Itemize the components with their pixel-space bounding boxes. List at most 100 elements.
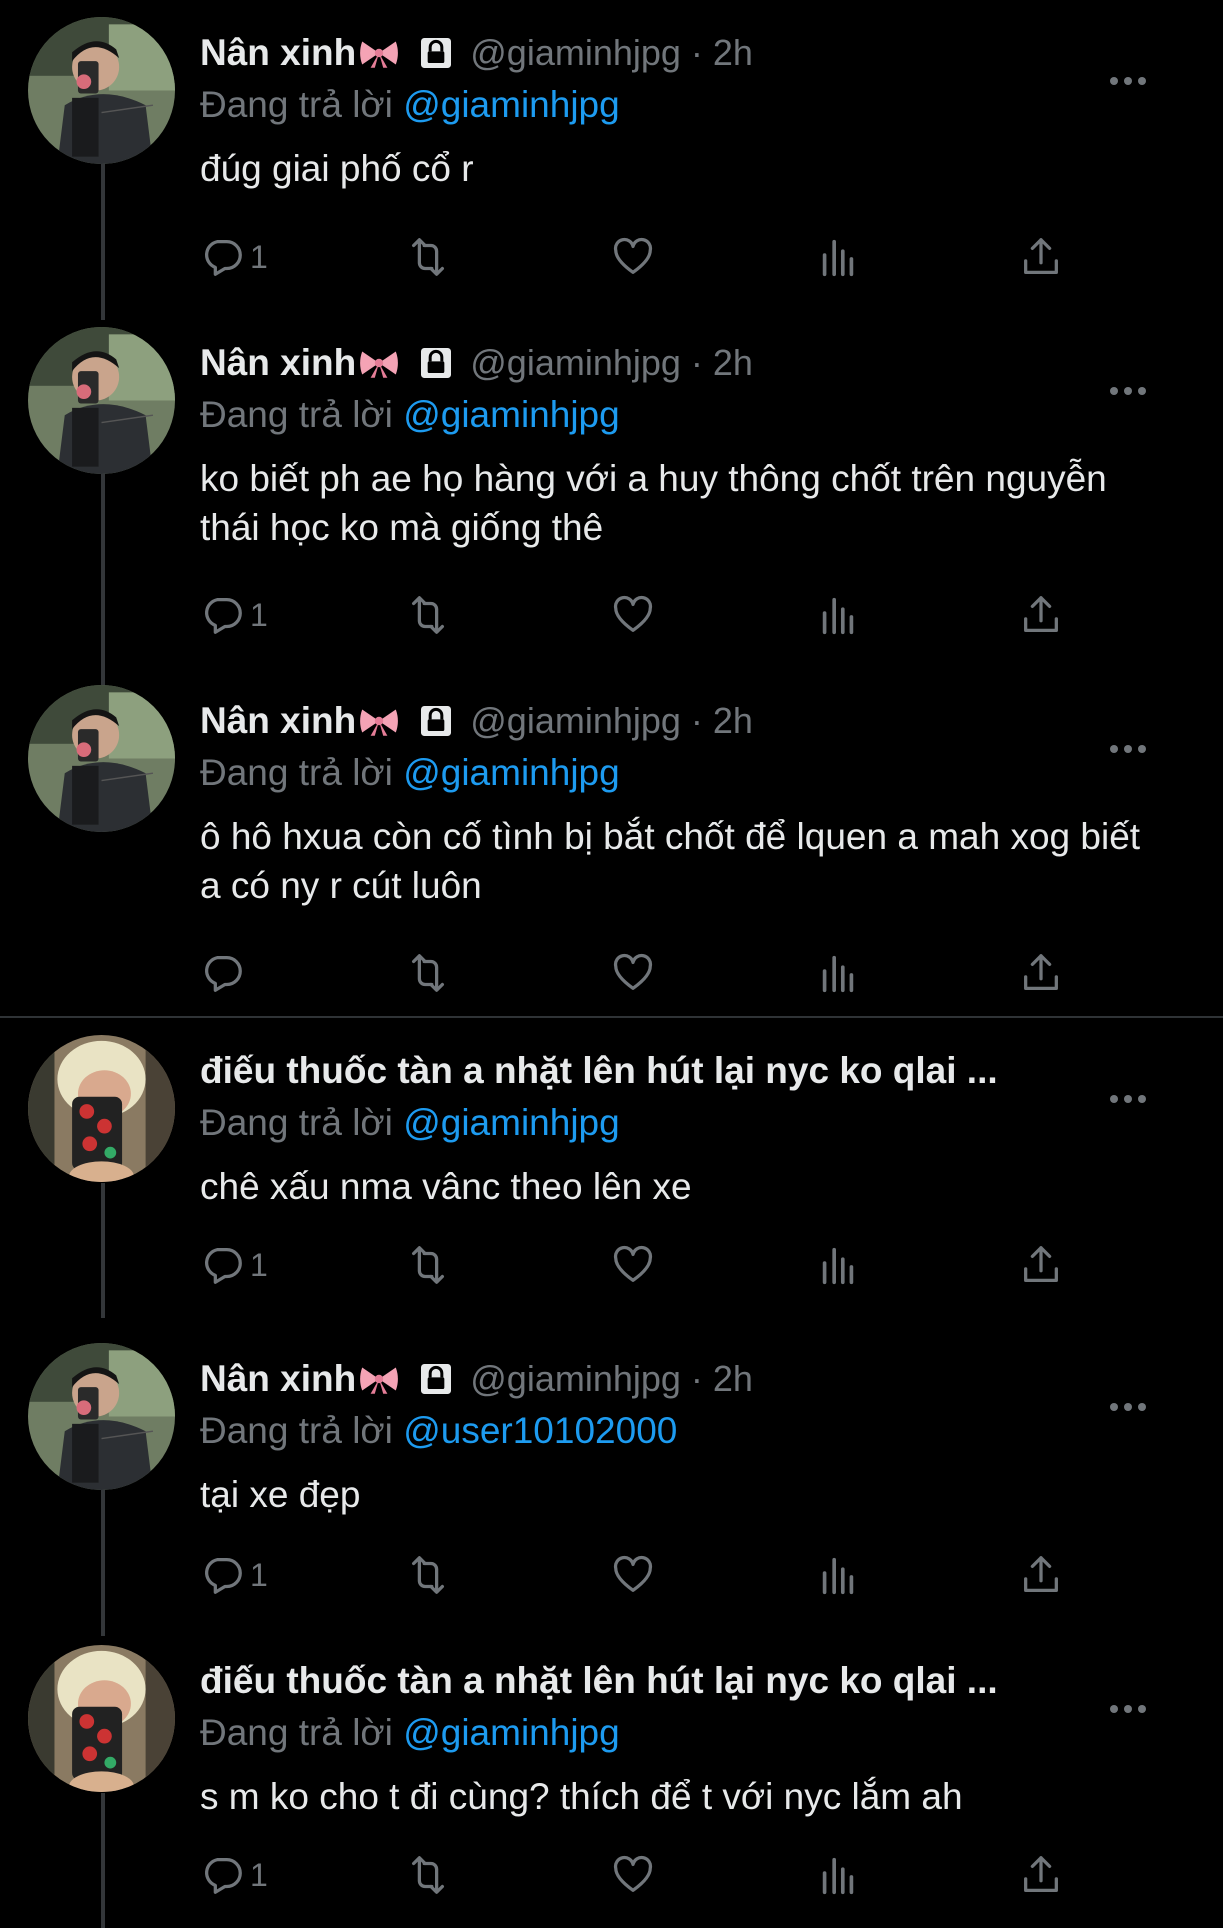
share-icon xyxy=(1018,1552,1064,1598)
retweet-button[interactable] xyxy=(405,1550,451,1600)
views-button[interactable] xyxy=(815,232,861,282)
views-button[interactable] xyxy=(815,590,861,640)
heart-icon xyxy=(610,950,656,996)
mention-link[interactable]: @giaminhjpg xyxy=(403,1712,620,1753)
bar-chart-icon xyxy=(815,950,861,996)
like-button[interactable] xyxy=(610,1240,656,1290)
share-button[interactable] xyxy=(1018,1550,1064,1600)
tweet-text: chê xấu nma vânc theo lên xe xyxy=(200,1166,692,1207)
share-button[interactable] xyxy=(1018,590,1064,640)
reply-count: 1 xyxy=(250,1856,268,1893)
avatar[interactable] xyxy=(28,685,175,832)
lock-icon xyxy=(400,701,456,741)
mention-link[interactable]: @giaminhjpg xyxy=(403,84,620,125)
tweet-text: ko biết ph ae họ hàng với a huy thông ch… xyxy=(200,458,1107,548)
avatar[interactable] xyxy=(28,17,175,164)
display-name[interactable]: Nân xinh xyxy=(200,1358,356,1400)
avatar[interactable] xyxy=(28,1343,175,1490)
avatar[interactable] xyxy=(28,1645,175,1792)
replying-to-label: Đang trả lời xyxy=(200,394,393,435)
tweet-header: điếu thuốc tàn a nhặt lên hút lại nyc ko… xyxy=(200,1046,1203,1096)
tweet-actions: 1 xyxy=(200,1240,1080,1290)
bow-emoji-icon xyxy=(356,1362,400,1396)
retweet-icon xyxy=(405,1242,451,1288)
display-name[interactable]: Nân xinh xyxy=(200,700,356,742)
share-button[interactable] xyxy=(1018,232,1064,282)
reply-button[interactable] xyxy=(200,948,250,998)
like-button[interactable] xyxy=(610,1850,656,1900)
retweet-button[interactable] xyxy=(405,1240,451,1290)
lock-icon xyxy=(400,343,456,383)
handle-and-time[interactable]: @giaminhjpg · 2h xyxy=(470,1358,753,1400)
reply-count: 1 xyxy=(250,1556,268,1593)
tweet-text: đúg giai phố cổ r xyxy=(200,148,474,189)
thread-line xyxy=(101,1793,105,1928)
share-button[interactable] xyxy=(1018,948,1064,998)
avatar[interactable] xyxy=(28,327,175,474)
reply-button[interactable]: 1 xyxy=(200,1240,268,1290)
reply-button[interactable]: 1 xyxy=(200,232,268,282)
replying-to-label: Đang trả lời xyxy=(200,84,393,125)
share-icon xyxy=(1018,592,1064,638)
tweet[interactable]: Nân xinh @giaminhjpg · 2h Đang trả lời @us… xyxy=(0,1326,1223,1636)
reply-button[interactable]: 1 xyxy=(200,1550,268,1600)
reply-count: 1 xyxy=(250,238,268,275)
thread-line xyxy=(101,1183,105,1318)
conversation-divider xyxy=(0,1016,1223,1018)
mention-link[interactable]: @user10102000 xyxy=(403,1410,677,1451)
views-button[interactable] xyxy=(815,1850,861,1900)
like-button[interactable] xyxy=(610,232,656,282)
mention-link[interactable]: @giaminhjpg xyxy=(403,1102,620,1143)
tweet[interactable]: Nân xinh @giaminhjpg · 2h Đang trả lời @gi… xyxy=(0,0,1223,320)
like-button[interactable] xyxy=(610,1550,656,1600)
display-name[interactable]: điếu thuốc tàn a nhặt lên hút lại nyc ko… xyxy=(200,1050,998,1092)
retweet-button[interactable] xyxy=(405,232,451,282)
views-button[interactable] xyxy=(815,1240,861,1290)
handle-and-time[interactable]: @giaminhjpg · 2h xyxy=(470,700,753,742)
display-name[interactable]: Nân xinh xyxy=(200,32,356,74)
share-button[interactable] xyxy=(1018,1850,1064,1900)
bar-chart-icon xyxy=(815,1852,861,1898)
reply-count: 1 xyxy=(250,1246,268,1283)
tweet[interactable]: điếu thuốc tàn a nhặt lên hút lại nyc ko… xyxy=(0,1628,1223,1928)
bar-chart-icon xyxy=(815,592,861,638)
display-name[interactable]: Nân xinh xyxy=(200,342,356,384)
tweet-header: Nân xinh @giaminhjpg · 2h xyxy=(200,338,1203,388)
retweet-button[interactable] xyxy=(405,1850,451,1900)
handle-and-time[interactable]: @giaminhjpg · 2h xyxy=(470,32,753,74)
like-button[interactable] xyxy=(610,948,656,998)
retweet-icon xyxy=(405,1552,451,1598)
retweet-button[interactable] xyxy=(405,590,451,640)
tweet-actions: 1 xyxy=(200,1550,1080,1600)
heart-icon xyxy=(610,1242,656,1288)
retweet-icon xyxy=(405,234,451,280)
views-button[interactable] xyxy=(815,948,861,998)
tweet-header: điếu thuốc tàn a nhặt lên hút lại nyc ko… xyxy=(200,1656,1203,1706)
share-icon xyxy=(1018,234,1064,280)
thread-line xyxy=(101,160,105,320)
thread-line xyxy=(101,1486,105,1636)
tweet[interactable]: Nân xinh @giaminhjpg · 2h Đang trả lời @gi… xyxy=(0,668,1223,993)
handle-and-time[interactable]: @giaminhjpg · 2h xyxy=(470,342,753,384)
like-button[interactable] xyxy=(610,590,656,640)
mention-link[interactable]: @giaminhjpg xyxy=(403,752,620,793)
display-name[interactable]: điếu thuốc tàn a nhặt lên hút lại nyc ko… xyxy=(200,1660,998,1702)
replying-to: Đang trả lời @giaminhjpg xyxy=(200,1102,620,1144)
mention-link[interactable]: @giaminhjpg xyxy=(403,394,620,435)
views-button[interactable] xyxy=(815,1550,861,1600)
tweet[interactable]: điếu thuốc tàn a nhặt lên hút lại nyc ko… xyxy=(0,1018,1223,1318)
tweet[interactable]: Nân xinh @giaminhjpg · 2h Đang trả lời @gi… xyxy=(0,310,1223,690)
replying-to-label: Đang trả lời xyxy=(200,752,393,793)
tweet-header: Nân xinh @giaminhjpg · 2h xyxy=(200,28,1203,78)
bar-chart-icon xyxy=(815,1552,861,1598)
bar-chart-icon xyxy=(815,1242,861,1288)
tweet-text: tại xe đẹp xyxy=(200,1474,361,1515)
share-button[interactable] xyxy=(1018,1240,1064,1290)
avatar[interactable] xyxy=(28,1035,175,1182)
retweet-button[interactable] xyxy=(405,948,451,998)
reply-button[interactable]: 1 xyxy=(200,590,268,640)
tweet-actions xyxy=(200,948,1080,998)
reply-button[interactable]: 1 xyxy=(200,1850,268,1900)
bow-emoji-icon xyxy=(356,346,400,380)
replying-to-label: Đang trả lời xyxy=(200,1102,393,1143)
